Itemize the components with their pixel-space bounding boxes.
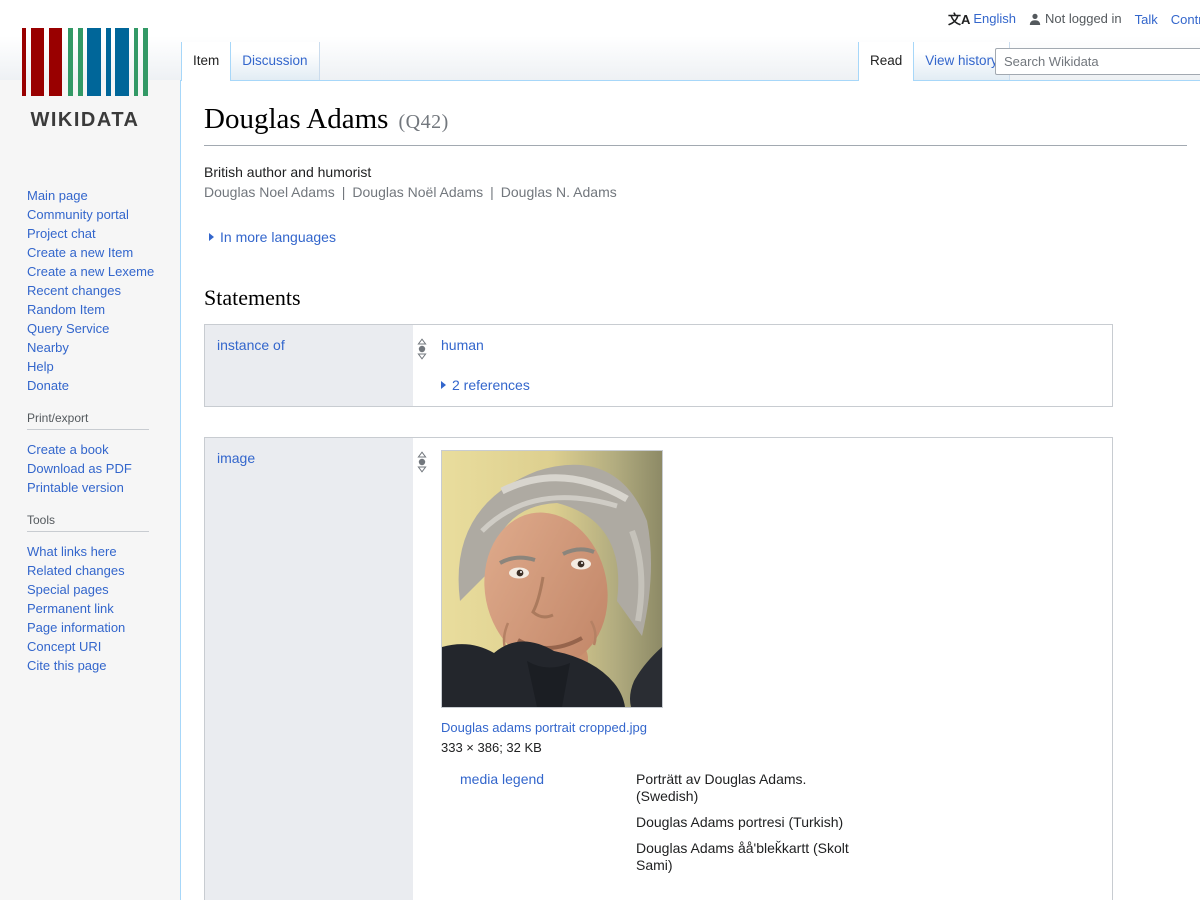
tab-discussion[interactable]: Discussion — [230, 42, 320, 80]
page-tabs: Item Discussion — [181, 42, 320, 81]
wikidata-wordmark: WIKIDATA — [30, 109, 140, 131]
user-icon — [1029, 13, 1041, 25]
sidebar-print-export: Create a book Download as PDF Printable … — [27, 440, 180, 497]
content-area: Douglas Adams (Q42) British author and hu… — [180, 81, 1200, 900]
property-link-image[interactable]: image — [217, 450, 255, 466]
property-link-instance-of[interactable]: instance of — [217, 337, 285, 353]
tab-discussion-label[interactable]: Discussion — [242, 53, 307, 68]
search-input[interactable] — [995, 48, 1200, 75]
alias-separator: | — [341, 184, 346, 200]
sidebar-item-recent-changes[interactable]: Recent changes — [27, 283, 121, 298]
sidebar-item-create-item[interactable]: Create a new Item — [27, 245, 133, 260]
more-languages-label[interactable]: In more languages — [220, 229, 336, 245]
sidebar-item-help[interactable]: Help — [27, 359, 54, 374]
tab-read[interactable]: Read — [858, 42, 915, 81]
sidebar-item-project-chat[interactable]: Project chat — [27, 226, 96, 241]
qualifier-value: Porträtt av Douglas Adams. (Swedish) — [636, 771, 807, 804]
sidebar-item-printable-version[interactable]: Printable version — [27, 480, 124, 495]
collapsed-arrow-icon — [441, 381, 446, 389]
sidebar-item-what-links-here[interactable]: What links here — [27, 544, 117, 559]
wikidata-page: 文A English Not logged in Talk Contributio… — [0, 0, 1200, 900]
sidebar-item-create-lexeme[interactable]: Create a new Lexeme — [27, 264, 154, 279]
talk-link[interactable]: Talk — [1135, 12, 1158, 27]
image-value: Douglas adams portrait cropped.jpg 333 ×… — [441, 450, 663, 755]
contributions-link[interactable]: Contributions — [1171, 12, 1200, 27]
statement-main: human 2 references — [413, 325, 1112, 406]
rank-selector-icon[interactable] — [417, 338, 427, 360]
more-languages-toggle[interactable]: In more languages — [209, 229, 1200, 245]
sidebar-item-donate[interactable]: Donate — [27, 378, 69, 393]
image-file-meta: 333 × 386; 32 KB — [441, 740, 542, 755]
sidebar-navigation: Main page Community portal Project chat … — [27, 186, 180, 395]
entity-aliases: Douglas Noel Adams | Douglas Noël Adams | Do… — [204, 184, 1200, 200]
sidebar-item-community-portal[interactable]: Community portal — [27, 207, 129, 222]
alias: Douglas Noel Adams — [204, 184, 335, 200]
sidebar-heading-tools: Tools — [27, 513, 149, 532]
login-status-label: Not logged in — [1045, 10, 1122, 26]
sidebar-item-download-pdf[interactable]: Download as PDF — [27, 461, 132, 476]
value-link-human[interactable]: human — [441, 337, 484, 353]
sidebar-item-page-information[interactable]: Page information — [27, 620, 125, 635]
wikidata-logo-barcode — [22, 28, 148, 96]
qualifier-value: Douglas Adams portresi (Turkish) — [636, 814, 844, 830]
sidebar-item-nearby[interactable]: Nearby — [27, 340, 69, 355]
login-status[interactable]: Not logged in — [1029, 11, 1122, 26]
sidebar-item-permanent-link[interactable]: Permanent link — [27, 601, 114, 616]
qualifier-value: Douglas Adams åå'bleǩkartt (Skolt Sami) — [636, 840, 849, 873]
language-selector-label[interactable]: English — [973, 11, 1016, 26]
language-icon: 文A — [948, 12, 971, 27]
sidebar-heading-print-export: Print/export — [27, 411, 149, 430]
statements-heading: Statements — [204, 285, 301, 310]
sidebar-item-random-item[interactable]: Random Item — [27, 302, 105, 317]
sidebar-item-cite-this-page[interactable]: Cite this page — [27, 658, 107, 673]
tab-view-history-label[interactable]: View history — [925, 53, 998, 68]
page-title: Douglas Adams (Q42) — [204, 103, 1187, 146]
tab-item[interactable]: Item — [181, 42, 232, 81]
sidebar-item-main-page[interactable]: Main page — [27, 188, 88, 203]
rank-selector-icon[interactable] — [417, 451, 427, 473]
alias-separator: | — [490, 184, 494, 200]
alias: Douglas N. Adams — [500, 184, 617, 200]
sidebar-tools: What links here Related changes Special … — [27, 542, 180, 675]
entity-label: Douglas Adams — [204, 103, 389, 135]
alias: Douglas Noël Adams — [352, 184, 484, 200]
language-selector[interactable]: 文A English — [948, 9, 1016, 28]
statement-group-image: image Douglas adams portrait cropped.jpg… — [204, 437, 1113, 900]
references-count-label[interactable]: 2 references — [452, 377, 530, 393]
sidebar-item-create-book[interactable]: Create a book — [27, 442, 109, 457]
sidebar-item-special-pages[interactable]: Special pages — [27, 582, 109, 597]
statement-group-instance-of: instance of human 2 references — [204, 324, 1113, 407]
property-cell: image — [205, 438, 413, 900]
property-cell: instance of — [205, 325, 413, 406]
entity-id: (Q42) — [398, 111, 449, 133]
sidebar-item-concept-uri[interactable]: Concept URI — [27, 639, 101, 654]
personal-bar: 文A English Not logged in Talk Contributio… — [948, 9, 1200, 28]
sidebar: Main page Community portal Project chat … — [0, 160, 180, 675]
sidebar-item-query-service[interactable]: Query Service — [27, 321, 109, 336]
statement-main: Douglas adams portrait cropped.jpg 333 ×… — [413, 438, 1112, 900]
collapsed-arrow-icon — [209, 233, 214, 241]
portrait-image[interactable] — [441, 450, 663, 708]
references-toggle[interactable]: 2 references — [441, 377, 1112, 393]
qualifiers: media legend Porträtt av Douglas Adams. … — [460, 771, 1112, 883]
entity-description: British author and humorist — [204, 164, 372, 180]
image-file-link[interactable]: Douglas adams portrait cropped.jpg — [441, 720, 647, 735]
qualifier-property-media-legend[interactable]: media legend — [460, 771, 544, 787]
search-box — [995, 48, 1200, 75]
wikidata-logo[interactable]: WIKIDATA — [22, 28, 148, 132]
sidebar-item-related-changes[interactable]: Related changes — [27, 563, 125, 578]
view-tabs: Read View history — [858, 42, 1010, 81]
